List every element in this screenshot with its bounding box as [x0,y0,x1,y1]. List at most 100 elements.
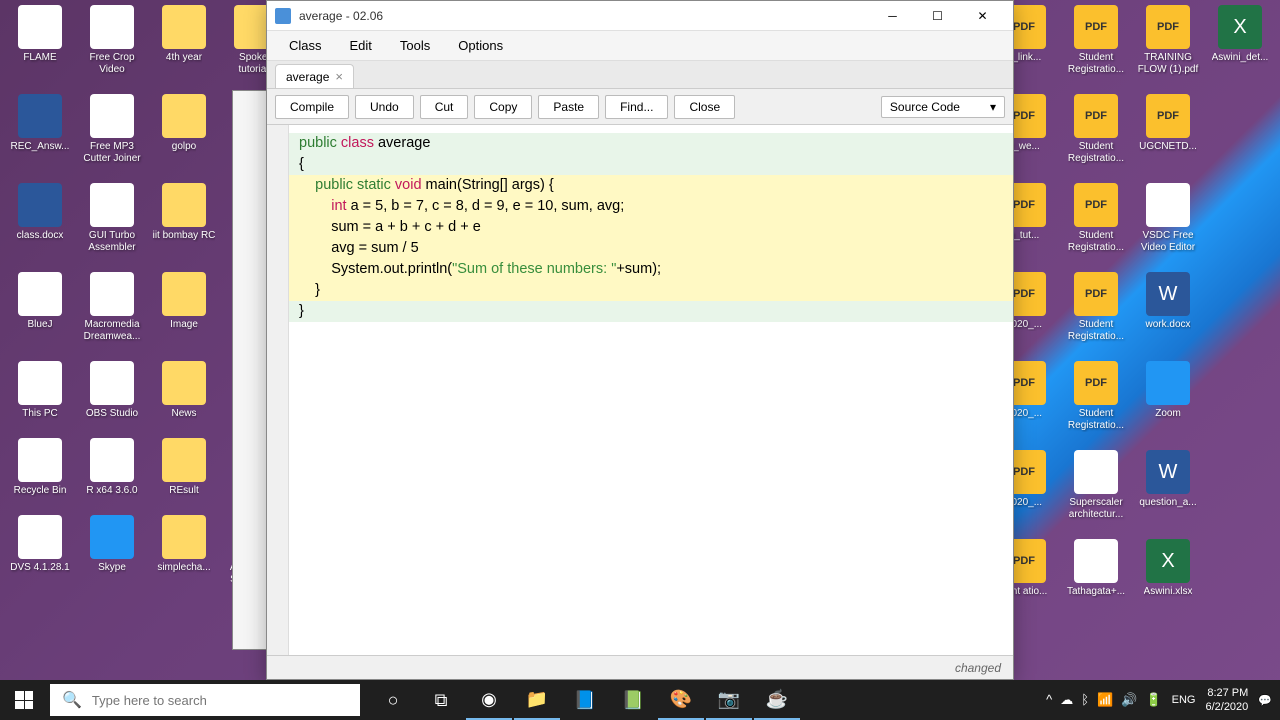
desktop-icon[interactable]: BlueJ [8,272,72,343]
cortana-icon[interactable]: ○ [370,680,416,720]
undo-button[interactable]: Undo [355,95,414,119]
desktop-icon[interactable]: 4th year [152,5,216,76]
desktop-icon[interactable]: XAswini_det... [1208,5,1272,76]
desktop-icon-image [18,5,62,49]
taskbar-search[interactable]: 🔍 [50,684,360,716]
desktop-icon[interactable]: GUI Turbo Assembler [80,183,144,254]
desktop-icon[interactable]: Recycle Bin [8,438,72,497]
paste-button[interactable]: Paste [538,95,599,119]
desktop-icon-label: work.docx [1145,319,1190,331]
tab-close-icon[interactable]: × [335,69,343,84]
compile-button[interactable]: Compile [275,95,349,119]
close-button[interactable]: ✕ [960,2,1005,30]
desktop-icon[interactable]: PDFTRAINING FLOW (1).pdf [1136,5,1200,76]
desktop-icon[interactable]: REsult [152,438,216,497]
desktop-icon[interactable]: PDFUGCNETD... [1136,94,1200,165]
desktop-icon[interactable]: This PC [8,361,72,420]
desktop-icon[interactable]: PDFStudent Registratio... [1064,5,1128,76]
desktop-icon-label: Student Registratio... [1064,141,1128,165]
desktop-icon[interactable]: Zoom [1136,361,1200,432]
desktop-icon-image [1074,450,1118,494]
desktop-icon-label: Free Crop Video [80,52,144,76]
chrome-icon[interactable]: ◉ [466,680,512,720]
menu-options[interactable]: Options [446,34,515,57]
desktop-icon-image: X [1218,5,1262,49]
desktop-icon[interactable]: Tathagata+... [1064,539,1128,598]
desktop-icon[interactable]: iit bombay RC [152,183,216,254]
desktop-icon[interactable]: Wwork.docx [1136,272,1200,343]
desktop-icon[interactable]: Skype [80,515,144,586]
desktop-icon-image [18,515,62,559]
desktop-icon-label: golpo [172,141,196,153]
desktop-icon-image [90,5,134,49]
desktop-icon-label: VSDC Free Video Editor [1136,230,1200,254]
volume-icon[interactable]: 🔊 [1121,692,1137,708]
battery-icon[interactable]: 🔋 [1145,692,1161,708]
camera-icon[interactable]: 📷 [706,680,752,720]
tray-icons[interactable]: ^ ☁ ᛒ 📶 🔊 🔋 [1046,692,1161,708]
desktop-icon-image [162,183,206,227]
desktop-icon[interactable]: FLAME [8,5,72,76]
desktop-icon[interactable]: Free Crop Video [80,5,144,76]
desktop-icon[interactable]: Superscaler architectur... [1064,450,1128,521]
app-icon-2[interactable]: 📗 [610,680,656,720]
bluetooth-icon[interactable]: ᛒ [1081,692,1089,708]
desktop-icon[interactable]: Wquestion_a... [1136,450,1200,521]
desktop-icon[interactable]: REC_Answ... [8,94,72,165]
toolbar: CompileUndoCutCopyPasteFind...Close Sour… [267,89,1013,125]
app-icon-1[interactable]: 📘 [562,680,608,720]
desktop-icon[interactable]: Free MP3 Cutter Joiner [80,94,144,165]
desktop-icon[interactable]: XAswini.xlsx [1136,539,1200,598]
system-tray: ^ ☁ ᛒ 📶 🔊 🔋 ENG 8:27 PM 6/2/2020 💬 [1046,680,1280,720]
desktop-icon[interactable]: golpo [152,94,216,165]
desktop-icon[interactable]: Image [152,272,216,343]
desktop-icon-label: simplecha... [157,562,210,574]
file-explorer-icon[interactable]: 📁 [514,680,560,720]
desktop-icon[interactable]: class.docx [8,183,72,254]
menu-edit[interactable]: Edit [338,34,384,57]
cut-button[interactable]: Cut [420,95,469,119]
desktop-icon-image [18,361,62,405]
bluej-icon[interactable]: ☕ [754,680,800,720]
desktop-icon[interactable]: PDFStudent Registratio... [1064,361,1128,432]
task-view-icon[interactable]: ⧉ [418,680,464,720]
desktop-icon-image [162,5,206,49]
view-mode-select[interactable]: Source Code ▾ [881,96,1005,118]
desktop-icon[interactable]: R x64 3.6.0 [80,438,144,497]
menu-class[interactable]: Class [277,34,334,57]
desktop-icon[interactable]: PDFStudent Registratio... [1064,94,1128,165]
desktop-icon[interactable]: OBS Studio [80,361,144,420]
desktop-icon-image [90,361,134,405]
wifi-icon[interactable]: 📶 [1097,692,1113,708]
clock[interactable]: 8:27 PM 6/2/2020 [1205,686,1248,715]
desktop-icon[interactable]: PDFStudent Registratio... [1064,183,1128,254]
desktop-icon[interactable]: Macromedia Dreamwea... [80,272,144,343]
desktop-icon[interactable]: simplecha... [152,515,216,586]
desktop-icon[interactable]: News [152,361,216,420]
desktop-icon[interactable]: VSDC Free Video Editor [1136,183,1200,254]
desktop-icon-image [162,272,206,316]
find-button[interactable]: Find... [605,95,668,119]
desktop-icon-label: Macromedia Dreamwea... [80,319,144,343]
maximize-button[interactable]: ☐ [915,2,960,30]
search-icon: 🔍 [62,690,82,710]
desktop-icon-image: PDF [1074,5,1118,49]
minimize-button[interactable]: ─ [870,2,915,30]
copy-button[interactable]: Copy [474,95,532,119]
search-input[interactable] [92,693,348,708]
code-content[interactable]: public class average { public static voi… [289,125,1013,655]
menu-tools[interactable]: Tools [388,34,442,57]
notifications-icon[interactable]: 💬 [1258,694,1272,707]
desktop-icon-image [18,183,62,227]
paint-icon[interactable]: 🎨 [658,680,704,720]
desktop-icon[interactable]: DVS 4.1.28.1 [8,515,72,586]
chevron-up-icon[interactable]: ^ [1046,692,1052,708]
desktop-icon[interactable]: PDFStudent Registratio... [1064,272,1128,343]
code-editor[interactable]: public class average { public static voi… [267,125,1013,655]
close-button[interactable]: Close [674,95,735,119]
language-indicator[interactable]: ENG [1172,694,1196,706]
onedrive-icon[interactable]: ☁ [1060,692,1073,708]
start-button[interactable] [0,680,48,720]
tab-average[interactable]: average × [275,64,354,88]
desktop-icon-image [18,94,62,138]
